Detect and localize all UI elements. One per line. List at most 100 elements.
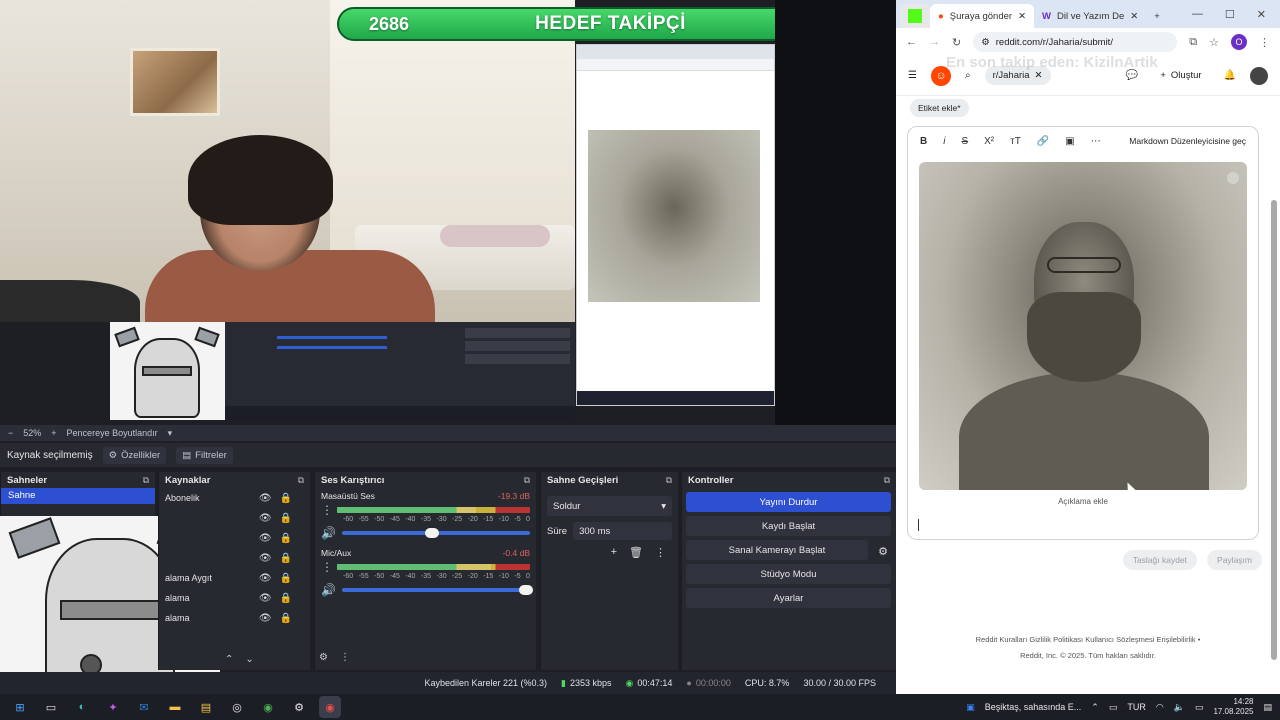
undock-icon[interactable]: ⧉ xyxy=(524,475,530,486)
profile-avatar[interactable]: O xyxy=(1231,34,1247,50)
network-icon[interactable]: ▭ xyxy=(1109,702,1118,713)
forward-icon[interactable]: → xyxy=(929,36,940,48)
edge-icon[interactable]: ◐ xyxy=(71,696,93,718)
superscript-icon[interactable]: X² xyxy=(984,136,994,147)
speaker-icon[interactable]: 🔊 xyxy=(321,526,336,540)
task-view-icon[interactable]: ▭ xyxy=(40,696,62,718)
eye-icon[interactable]: 👁 xyxy=(259,593,272,604)
copilot-icon[interactable]: ✦ xyxy=(102,696,124,718)
bold-icon[interactable]: B xyxy=(920,136,927,147)
properties-button[interactable]: ⚙ Özellikler xyxy=(102,446,167,464)
scene-item[interactable]: Sahne xyxy=(1,488,155,504)
studio-mode-button[interactable]: Stüdyo Modu xyxy=(686,564,891,584)
source-row[interactable]: alama 👁 🔒 xyxy=(159,588,310,608)
speaker-icon[interactable]: 🔊 xyxy=(321,583,336,597)
wifi-icon[interactable]: ◠ xyxy=(1156,702,1164,713)
start-virtual-camera-button[interactable]: Sanal Kamerayı Başlat xyxy=(686,540,868,560)
add-icon[interactable]: + xyxy=(611,546,617,559)
eye-icon[interactable]: 👁 xyxy=(259,613,272,624)
install-icon[interactable]: ⧉ xyxy=(1189,36,1197,49)
close-window-icon[interactable]: ✕ xyxy=(1257,8,1266,21)
volume-slider[interactable] xyxy=(341,585,534,595)
lock-icon[interactable]: 🔒 xyxy=(280,613,292,624)
undock-icon[interactable]: ⧉ xyxy=(884,475,890,486)
markdown-switch-link[interactable]: Markdown Düzenleyicisine geç xyxy=(1129,136,1246,146)
kick-tab-icon[interactable] xyxy=(900,4,930,28)
chevron-down-icon[interactable]: ▾ xyxy=(168,428,173,439)
heading-icon[interactable]: тT xyxy=(1010,136,1021,147)
notification-bell-icon[interactable]: 🔔 xyxy=(1224,70,1236,81)
outlook-icon[interactable]: ✉ xyxy=(133,696,155,718)
volume-icon[interactable]: 🔈 xyxy=(1174,702,1185,713)
image-options-icon[interactable] xyxy=(1227,172,1239,184)
undock-icon[interactable]: ⧉ xyxy=(143,475,149,486)
lock-icon[interactable]: 🔒 xyxy=(280,593,292,604)
source-row[interactable]: Abonelik 👁 🔒 xyxy=(159,488,310,508)
lock-icon[interactable]: 🔒 xyxy=(280,553,292,564)
source-row[interactable]: 👁 🔒 xyxy=(159,548,310,568)
news-ticker[interactable]: Beşiktaş, sahasında E... xyxy=(985,702,1082,712)
file-explorer-icon[interactable]: ▬ xyxy=(164,696,186,718)
more-icon[interactable]: ⋯ xyxy=(1091,136,1101,147)
lock-icon[interactable]: 🔒 xyxy=(280,513,292,524)
strikethrough-icon[interactable]: S xyxy=(961,136,968,147)
news-icon[interactable]: ▣ xyxy=(966,702,975,713)
address-bar[interactable]: ⚙ reddit.com/r/Jaharia/submit/ xyxy=(973,32,1178,52)
start-recording-button[interactable]: Kaydı Başlat xyxy=(686,516,891,536)
close-tab-icon[interactable]: ✕ xyxy=(1018,11,1026,22)
source-row[interactable]: 👁 🔒 xyxy=(159,528,310,548)
app-icon[interactable]: ⚙ xyxy=(288,696,310,718)
search-icon[interactable]: ⌕ xyxy=(965,70,971,81)
site-info-icon[interactable]: ⚙ xyxy=(981,37,990,48)
fit-window-label[interactable]: Pencereye Boyutlandır xyxy=(67,428,158,438)
maximize-icon[interactable]: ☐ xyxy=(1225,8,1235,21)
volume-slider[interactable] xyxy=(341,528,530,538)
undock-icon[interactable]: ⧉ xyxy=(666,475,672,486)
page-scrollbar[interactable] xyxy=(1271,200,1277,660)
add-tag-button[interactable]: Etiket ekle* xyxy=(910,99,969,117)
link-icon[interactable]: 🔗 xyxy=(1037,136,1049,147)
new-tab-button[interactable]: + xyxy=(1146,4,1168,28)
eye-icon[interactable]: 👁 xyxy=(259,493,272,504)
lock-icon[interactable]: 🔒 xyxy=(280,573,292,584)
lock-icon[interactable]: 🔒 xyxy=(280,533,292,544)
image-icon[interactable]: ▣ xyxy=(1065,136,1074,147)
source-row[interactable]: 👁 🔒 xyxy=(159,508,310,528)
minimize-icon[interactable]: — xyxy=(1192,8,1203,20)
user-avatar[interactable] xyxy=(1250,66,1268,85)
language-indicator[interactable]: TUR xyxy=(1127,702,1146,712)
eye-icon[interactable]: 👁 xyxy=(259,553,272,564)
duration-input[interactable]: 300 ms xyxy=(573,522,672,540)
undock-icon[interactable]: ⧉ xyxy=(298,475,304,486)
tab-grammar[interactable]: W Dil ve Yazım De ✕ xyxy=(1034,4,1146,28)
chrome-profile-taskbar-icon[interactable]: ◉ xyxy=(319,696,341,718)
reload-icon[interactable]: ↻ xyxy=(952,36,961,49)
source-row[interactable]: alama 👁 🔒 xyxy=(159,608,310,628)
trash-icon[interactable]: 🗑 xyxy=(629,546,643,559)
clock[interactable]: 14:28 17.08.2025 xyxy=(1213,697,1253,717)
share-button[interactable]: Paylaşım xyxy=(1207,550,1262,570)
footer-links[interactable]: Reddit Kuralları Gizlilik Politikası Kul… xyxy=(896,632,1280,648)
close-tab-icon[interactable]: ✕ xyxy=(1130,11,1138,22)
channel-menu-icon[interactable]: ⋮ xyxy=(321,503,333,517)
battery-icon[interactable]: ▭ xyxy=(1195,702,1204,713)
mixer-settings-icon[interactable]: ⚙ xyxy=(319,652,328,663)
close-chip-icon[interactable]: ✕ xyxy=(1035,70,1043,81)
tab-submit[interactable]: ● Şuraya gönder ✕ xyxy=(930,4,1035,28)
notifications-icon[interactable]: ▤ xyxy=(1263,702,1272,713)
hamburger-menu-icon[interactable]: ☰ xyxy=(908,70,917,81)
zoom-out-button[interactable]: − xyxy=(8,428,13,438)
italic-icon[interactable]: i xyxy=(943,136,945,147)
chat-icon[interactable]: 💬 xyxy=(1126,70,1138,81)
obs-taskbar-icon[interactable]: ◎ xyxy=(226,696,248,718)
eye-icon[interactable]: 👁 xyxy=(259,513,272,524)
bookmark-star-icon[interactable]: ☆ xyxy=(1209,36,1219,49)
stop-stream-button[interactable]: Yayını Durdur xyxy=(686,492,891,512)
settings-button[interactable]: Ayarlar xyxy=(686,588,891,608)
chrome-taskbar-icon[interactable]: ◉ xyxy=(257,696,279,718)
virtual-camera-settings-icon[interactable]: ⚙ xyxy=(878,545,888,558)
post-editor[interactable]: B i S X² тT 🔗 ▣ ⋯ Markdown Düzenleyicisi… xyxy=(907,126,1259,540)
start-icon[interactable]: ⊞ xyxy=(9,696,31,718)
uploaded-post-image[interactable] xyxy=(919,162,1247,490)
source-row[interactable]: alama Aygıt 👁 🔒 xyxy=(159,568,310,588)
